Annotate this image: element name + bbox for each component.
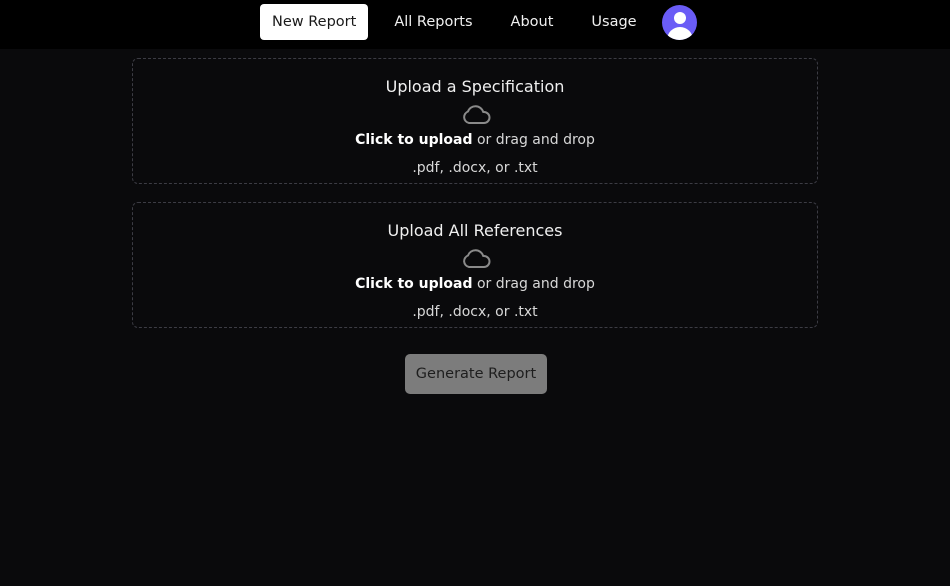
nav-menu: New Report All Reports About Usage [260,4,697,40]
nav-new-report[interactable]: New Report [260,4,369,40]
dropzone-instructions: Click to upload or drag and drop [133,132,817,148]
accepted-file-types: .pdf, .docx, or .txt [412,304,538,320]
nav-all-reports[interactable]: All Reports [382,4,484,40]
drag-drop-text: or drag and drop [472,132,595,148]
avatar-body [666,26,693,40]
click-to-upload-link[interactable]: Click to upload [355,132,472,148]
cloud-icon [463,105,491,124]
dropzone-title: Upload All References [387,221,563,240]
dropzone-title: Upload a Specification [385,77,565,96]
dropzone-instructions: Click to upload or drag and drop [133,276,817,292]
top-nav-bar: New Report All Reports About Usage [0,0,950,49]
specification-dropzone[interactable]: Upload a Specification Click to upload o… [132,58,818,184]
generate-report-button[interactable]: Generate Report [405,354,547,394]
click-to-upload-link[interactable]: Click to upload [355,276,472,292]
nav-about[interactable]: About [499,4,566,40]
references-dropzone[interactable]: Upload All References Click to upload or… [132,202,818,328]
cloud-icon [463,249,491,268]
avatar-head [673,11,686,24]
drag-drop-text: or drag and drop [472,276,595,292]
user-avatar-icon[interactable] [661,4,697,40]
accepted-file-types: .pdf, .docx, or .txt [412,160,538,176]
nav-usage[interactable]: Usage [579,4,648,40]
